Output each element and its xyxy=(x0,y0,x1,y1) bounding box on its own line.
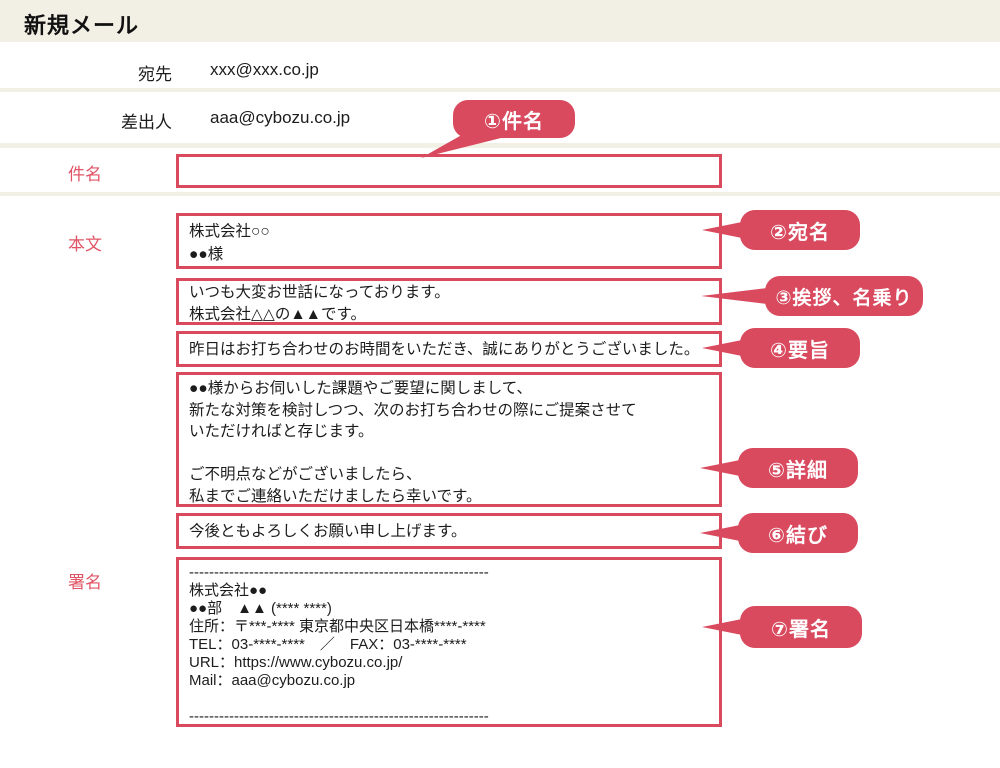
body-section-recipient-name[interactable]: 株式会社○○ ●●様 xyxy=(176,213,722,269)
body-section-details[interactable]: ●●様からお伺いした課題やご要望に関しまして、 新たな対策を検討しつつ、次のお打… xyxy=(176,372,722,507)
callout-recipient-name: ②宛名 xyxy=(740,210,860,250)
callout-signature: ⑦署名 xyxy=(740,606,862,648)
subject-label: 件名 xyxy=(68,160,102,185)
callout-greeting-text: ③挨拶、名乗り xyxy=(775,283,912,310)
callout-summary: ④要旨 xyxy=(740,328,860,368)
callout-recipient-name-text: ②宛名 xyxy=(770,216,830,245)
signature-block[interactable]: ----------------------------------------… xyxy=(176,557,722,727)
callout-closing: ⑥結び xyxy=(738,513,858,553)
callout-summary-text: ④要旨 xyxy=(770,334,830,363)
callout-greeting: ③挨拶、名乗り xyxy=(765,276,923,316)
window-header: 新規メール xyxy=(0,0,1000,42)
callout-closing-text: ⑥結び xyxy=(768,519,828,548)
subject-text: Re：打ち合わせ日程調整のご依頼 xyxy=(187,187,447,188)
callout-subject-text: ①件名 xyxy=(484,105,544,134)
body-section-closing[interactable]: 今後ともよろしくお願い申し上げます。 xyxy=(176,513,722,549)
callout-details-text: ⑤詳細 xyxy=(768,454,828,483)
to-label: 宛先 xyxy=(0,60,172,85)
callout-details: ⑤詳細 xyxy=(738,448,858,488)
window-title: 新規メール xyxy=(24,8,139,40)
from-label: 差出人 xyxy=(0,108,172,133)
to-value[interactable]: xxx@xxx.co.jp xyxy=(210,60,319,80)
callout-subject: ①件名 xyxy=(453,100,575,138)
body-section-summary[interactable]: 昨日はお打ち合わせのお時間をいただき、誠にありがとうございました。 xyxy=(176,331,722,367)
divider xyxy=(0,88,1000,92)
body-section-greeting[interactable]: いつも大変お世話になっております。 株式会社△△の▲▲です。 xyxy=(176,278,722,325)
signature-label: 署名 xyxy=(68,568,102,593)
body-label: 本文 xyxy=(68,230,102,255)
divider xyxy=(0,192,1000,196)
callout-signature-text: ⑦署名 xyxy=(771,613,831,642)
from-value[interactable]: aaa@cybozu.co.jp xyxy=(210,108,350,128)
new-mail-window: 新規メール 宛先 xxx@xxx.co.jp 差出人 aaa@cybozu.co… xyxy=(0,0,1000,768)
